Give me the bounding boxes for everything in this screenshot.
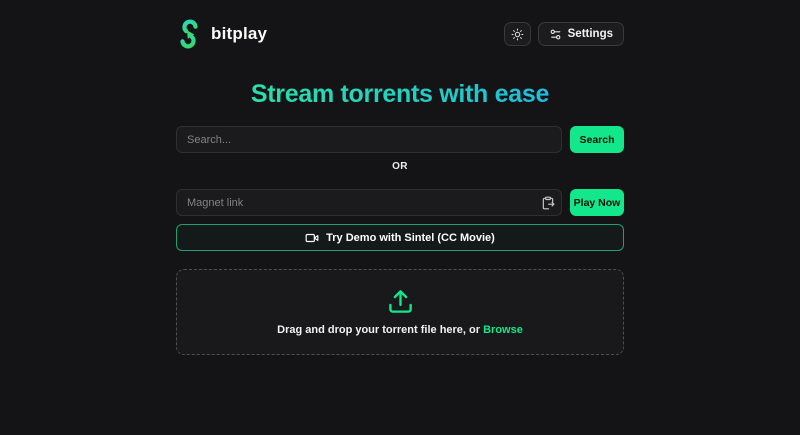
header-actions: Settings [504, 22, 624, 46]
browse-link[interactable]: Browse [483, 324, 523, 336]
bitplay-app: bitplay Settings [176, 0, 624, 355]
sliders-icon [549, 28, 562, 41]
settings-button[interactable]: Settings [538, 22, 624, 46]
magnet-link-input[interactable] [176, 189, 562, 216]
theme-toggle-button[interactable] [504, 22, 531, 46]
search-button[interactable]: Search [570, 126, 624, 153]
header: bitplay Settings [176, 0, 624, 48]
clipboard-paste-icon [541, 196, 555, 210]
upload-icon [387, 288, 414, 315]
brand[interactable]: bitplay [176, 19, 267, 49]
try-demo-label: Try Demo with Sintel (CC Movie) [326, 232, 495, 244]
bitplay-logo-icon [176, 19, 202, 49]
paste-from-clipboard-button[interactable] [539, 194, 557, 212]
or-divider: OR [176, 161, 624, 172]
brand-name: bitplay [211, 24, 267, 44]
main-content: Stream torrents with ease Search OR [176, 80, 624, 355]
sun-icon [511, 28, 524, 41]
try-demo-button[interactable]: Try Demo with Sintel (CC Movie) [176, 224, 624, 251]
magnet-input-wrap [176, 189, 562, 216]
video-camera-icon [305, 231, 319, 245]
search-input[interactable] [176, 126, 562, 153]
dropzone-text: Drag and drop your torrent file here, or… [277, 324, 523, 336]
magnet-row: Play Now [176, 189, 624, 216]
settings-button-label: Settings [568, 28, 613, 40]
torrent-dropzone[interactable]: Drag and drop your torrent file here, or… [176, 269, 624, 355]
dropzone-instruction: Drag and drop your torrent file here, or [277, 324, 480, 336]
play-now-button[interactable]: Play Now [570, 189, 624, 216]
search-row: Search [176, 126, 624, 153]
page-title: Stream torrents with ease [176, 80, 624, 109]
